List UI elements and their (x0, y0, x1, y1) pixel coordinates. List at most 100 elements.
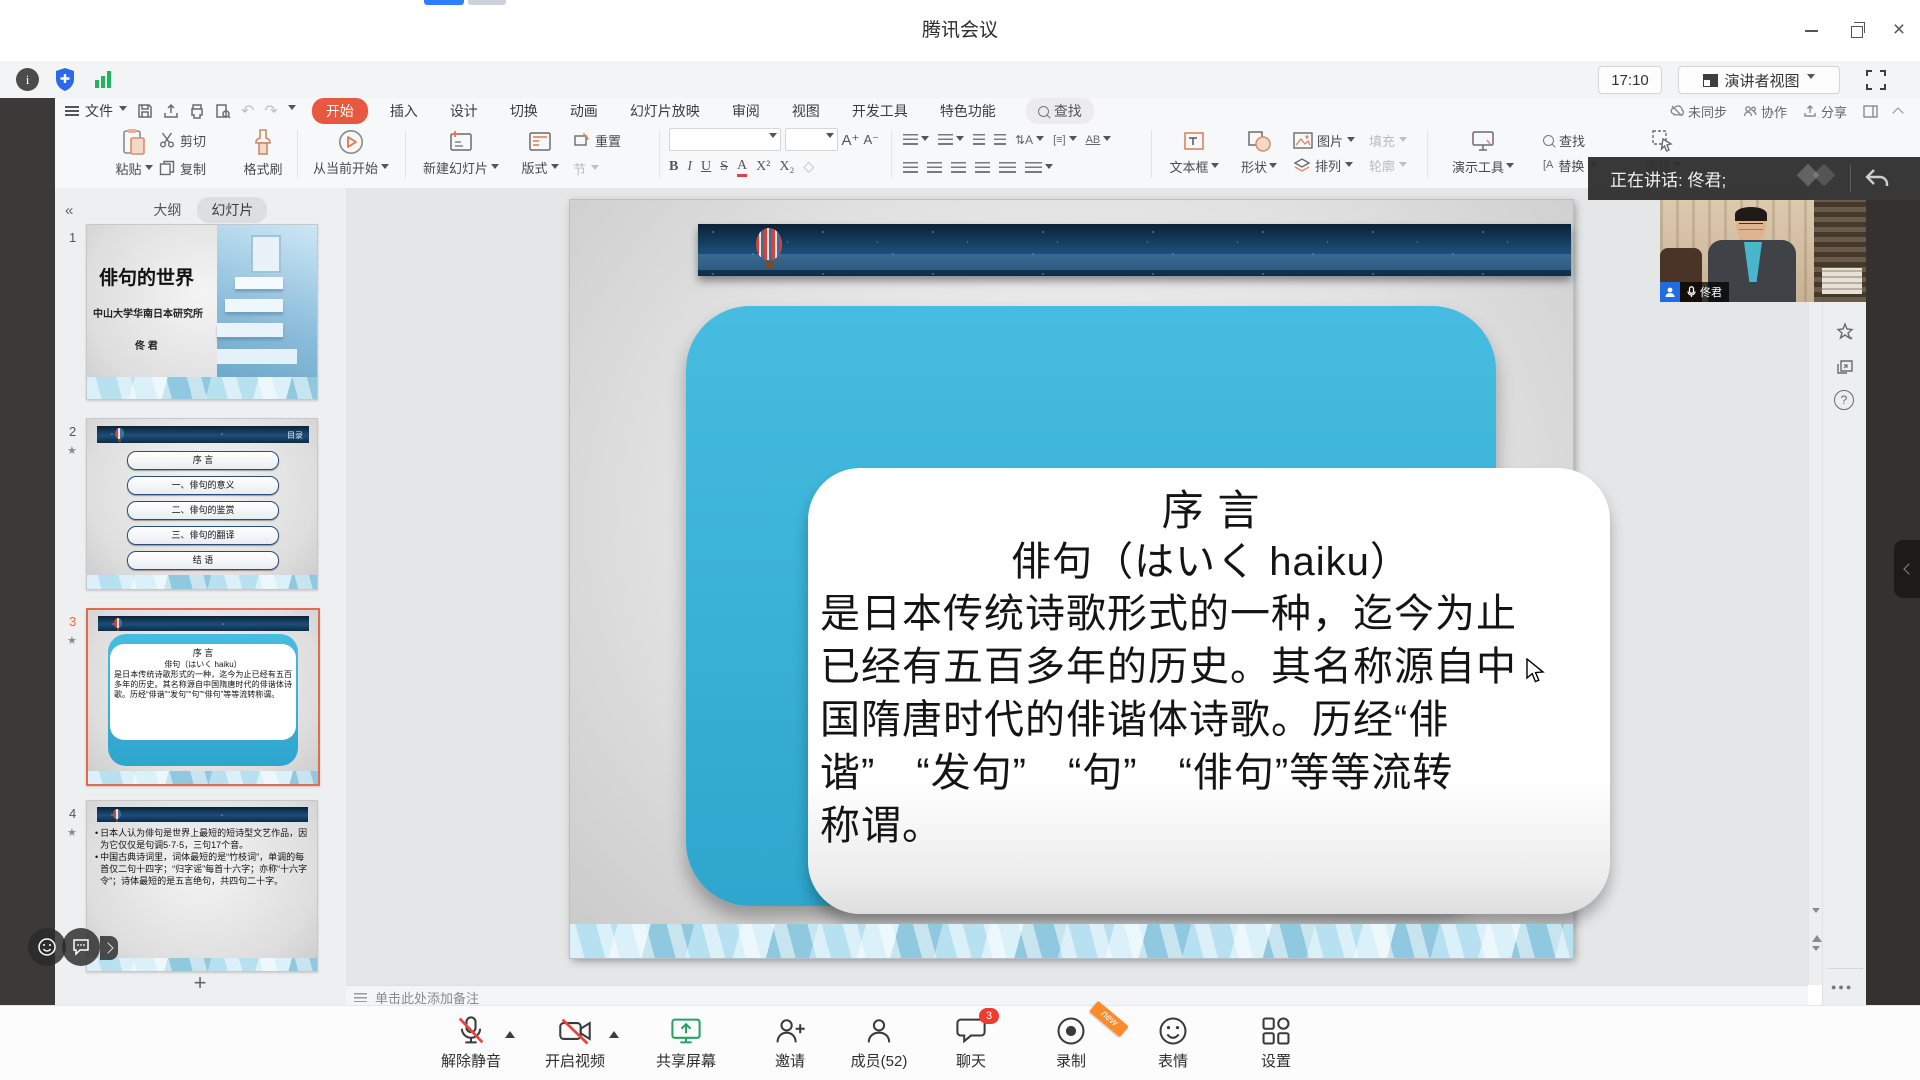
unmute-button[interactable]: 解除静音 (423, 1014, 519, 1071)
members-button[interactable]: 成员(52) (831, 1014, 927, 1071)
subscript-button[interactable]: X₂ (779, 159, 794, 175)
tab-review[interactable]: 审阅 (722, 99, 770, 123)
find-tab[interactable]: 查找 (1026, 98, 1094, 124)
line-spacing-button[interactable]: [≡] (1053, 134, 1077, 146)
play-from-current-button[interactable]: 从当前开始 (305, 126, 397, 186)
outline-button[interactable]: 轮廓 (1369, 152, 1407, 178)
increase-indent-icon[interactable] (994, 134, 1006, 145)
restore-button[interactable] (1842, 15, 1872, 45)
font-size-combo[interactable] (785, 128, 838, 151)
layout-button[interactable]: 版式 (513, 126, 567, 186)
tab-outline[interactable]: 大纲 (153, 200, 181, 220)
pop-out-window-icon[interactable] (1835, 356, 1855, 376)
tab-transition[interactable]: 切换 (500, 99, 548, 123)
slide-thumbnail-2[interactable]: 目录 序 言 一、俳句的意义 二、俳句的鉴赏 三、俳句的翻译 结 语 (86, 418, 318, 590)
sync-status[interactable]: 未同步 (1670, 102, 1727, 121)
collapse-ribbon-icon[interactable] (1892, 107, 1903, 118)
redo-icon[interactable]: ↷ (264, 101, 277, 121)
tab-home[interactable]: 开始 (312, 98, 368, 124)
file-menu[interactable]: 文件 (65, 101, 127, 121)
format-painter-button[interactable]: 格式刷 (237, 126, 289, 186)
print-icon[interactable] (189, 103, 205, 119)
cut-button[interactable]: 剪切 (159, 126, 231, 154)
speaker-video[interactable]: 佟君 (1660, 200, 1866, 302)
textbox-button[interactable]: 文本框 (1163, 126, 1225, 176)
align-right-icon[interactable] (951, 162, 966, 173)
tab-design[interactable]: 设计 (440, 99, 488, 123)
beautify-star-icon[interactable] (1835, 322, 1855, 342)
network-stats-icon[interactable] (95, 70, 115, 88)
present-tools-button[interactable]: 演示工具 (1439, 126, 1527, 176)
align-center-icon[interactable] (927, 162, 942, 173)
font-family-combo[interactable] (669, 128, 781, 151)
collaborate-button[interactable]: 协作 (1743, 102, 1787, 121)
copy-button[interactable]: 复制 (159, 154, 231, 182)
minimize-button[interactable] (1796, 15, 1826, 45)
reaction-emoji-button[interactable] (28, 928, 66, 966)
settings-button[interactable]: 设置 (1228, 1014, 1324, 1071)
picture-button[interactable]: 图片 排列 (1293, 128, 1355, 178)
strikethrough-button[interactable]: S (720, 159, 728, 175)
text-direction-button[interactable]: ⇅A (1015, 133, 1044, 147)
collapse-panel-icon[interactable]: « (65, 202, 73, 219)
section-button[interactable]: 节 (573, 154, 653, 182)
paste-button[interactable]: 粘贴 (113, 126, 155, 186)
record-button[interactable]: 录制 new (1023, 1014, 1119, 1071)
fill-button[interactable]: 填充 (1369, 128, 1407, 152)
save-icon[interactable] (137, 103, 153, 119)
panel-collapse-tab[interactable] (1894, 540, 1920, 598)
fullscreen-icon[interactable] (1864, 68, 1888, 97)
reactions-button[interactable]: 表情 (1125, 1014, 1221, 1071)
share-button[interactable]: 分享 (1803, 102, 1847, 121)
help-icon[interactable]: ? (1834, 390, 1854, 410)
bold-button[interactable]: B (669, 159, 678, 175)
qat-more-icon[interactable] (288, 105, 296, 114)
reaction-drawer-toggle[interactable] (100, 936, 118, 960)
italic-button[interactable]: I (687, 159, 692, 175)
tab-developer[interactable]: 开发工具 (842, 99, 918, 123)
tab-slides[interactable]: 幻灯片 (197, 197, 267, 223)
slide-thumbnail-4[interactable]: •日本人认为俳句是世界上最短的短诗型文艺作品，因为它仅仅是句调5·7·5，三句1… (86, 800, 318, 972)
invite-button[interactable]: 邀请 (742, 1014, 838, 1071)
undo-icon[interactable]: ↶ (241, 101, 254, 121)
align-left-icon[interactable] (903, 162, 918, 173)
justify-icon[interactable] (975, 162, 990, 173)
decrease-indent-icon[interactable] (973, 134, 985, 145)
tab-animation[interactable]: 动画 (560, 99, 608, 123)
next-slide-icon[interactable] (1812, 948, 1820, 966)
shield-icon[interactable] (52, 66, 78, 98)
find-button[interactable]: 查找 (1543, 128, 1597, 152)
text-effects-button[interactable]: ◇ (803, 159, 814, 176)
close-button[interactable]: × (1884, 15, 1914, 45)
status-more-dots[interactable]: ●●● (1831, 982, 1853, 992)
share-screen-button[interactable]: 共享屏幕 (638, 1014, 734, 1071)
arrange-button[interactable]: 排列 (1293, 152, 1355, 178)
distribute-icon[interactable] (999, 162, 1016, 173)
new-slide-plus-button[interactable]: + (185, 970, 215, 996)
mic-options-arrow[interactable] (505, 1026, 515, 1038)
view-mode-dropdown[interactable]: 演讲者视图 (1678, 66, 1840, 94)
print-preview-icon[interactable] (215, 103, 231, 119)
start-video-button[interactable]: 开启视频 (527, 1014, 623, 1071)
columns-icon[interactable] (1025, 162, 1053, 173)
reset-button[interactable]: 重置 (573, 126, 653, 154)
grow-font-icon[interactable]: A⁺ (842, 131, 860, 149)
bullets-button[interactable] (903, 134, 929, 145)
numbering-button[interactable] (938, 134, 964, 145)
slide-thumbnail-1[interactable]: 俳句的世界 中山大学华南日本研究所 佟 君 (86, 224, 318, 400)
export-icon[interactable] (163, 103, 179, 119)
slide-thumbnail-3-selected[interactable]: 序 言 俳句（はいく haiku） 是日本传统诗歌形式的一种，迄今为止已经有五百… (86, 608, 320, 786)
chat-button[interactable]: 聊天 3 (923, 1014, 1019, 1071)
shrink-font-icon[interactable]: A⁻ (863, 132, 879, 148)
tab-view[interactable]: 视图 (782, 99, 830, 123)
tab-insert[interactable]: 插入 (380, 99, 428, 123)
reply-arrow-icon[interactable] (1864, 168, 1890, 188)
superscript-button[interactable]: X² (756, 159, 770, 175)
tab-slideshow[interactable]: 幻灯片放映 (620, 99, 710, 123)
slide-scrollbar[interactable] (1808, 188, 1823, 985)
scroll-down-icon[interactable] (1812, 910, 1820, 928)
underline-button[interactable]: U (701, 159, 711, 175)
new-slide-button[interactable]: 新建幻灯片 (415, 126, 507, 186)
font-color-button[interactable]: A (737, 158, 747, 177)
info-icon[interactable]: i (16, 68, 39, 91)
